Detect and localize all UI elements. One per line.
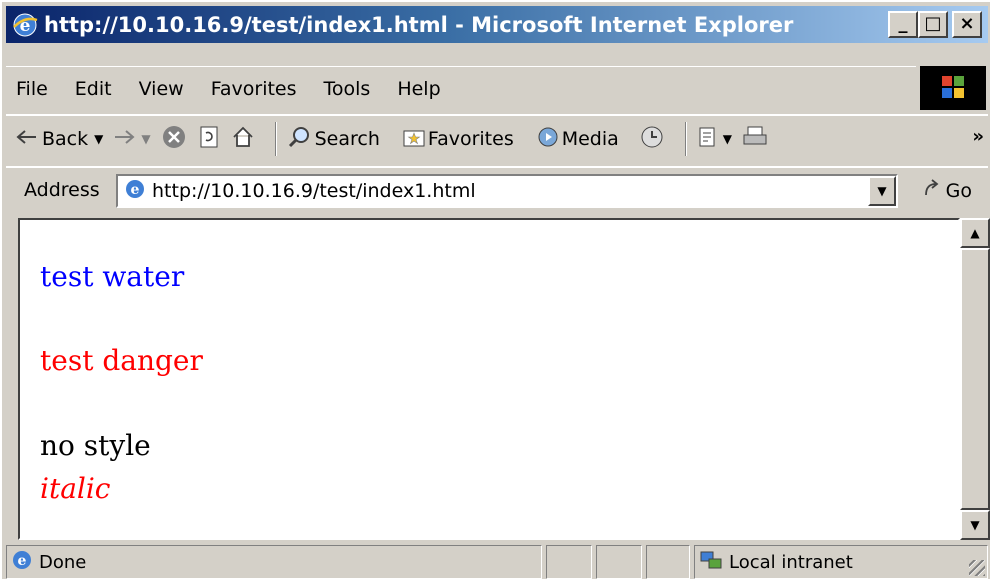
forward-dropdown-icon[interactable]: ▼ xyxy=(141,132,150,146)
status-page-icon: e xyxy=(11,549,33,576)
scroll-thumb[interactable] xyxy=(960,248,990,510)
search-button[interactable]: Search xyxy=(287,124,380,155)
refresh-icon xyxy=(197,125,221,154)
search-label: Search xyxy=(314,128,380,150)
text-test-danger: test danger xyxy=(40,344,203,377)
back-arrow-icon xyxy=(16,128,38,150)
menu-edit[interactable]: Edit xyxy=(75,78,112,100)
favorites-label: Favorites xyxy=(427,128,514,150)
history-button[interactable] xyxy=(639,124,665,155)
back-label: Back xyxy=(42,128,89,150)
forward-button[interactable]: ▼ xyxy=(113,128,151,150)
address-label: Address xyxy=(24,179,100,201)
search-icon xyxy=(287,124,313,155)
status-pane-offline xyxy=(646,545,690,579)
menu-file[interactable]: File xyxy=(16,78,48,100)
print-icon xyxy=(742,125,768,154)
menu-favorites[interactable]: Favorites xyxy=(211,78,297,100)
media-label: Media xyxy=(561,128,619,150)
close-button[interactable]: × xyxy=(952,11,982,38)
mail-button[interactable]: ▼ xyxy=(697,125,732,154)
text-italic: italic xyxy=(40,472,111,505)
print-button[interactable] xyxy=(742,125,768,154)
scroll-down-button[interactable]: ▼ xyxy=(960,510,990,540)
status-text: Done xyxy=(39,551,87,573)
go-label: Go xyxy=(945,179,972,202)
address-bar: Address e ▼ Go xyxy=(6,166,988,212)
menu-help[interactable]: Help xyxy=(397,78,440,100)
text-test-water: test water xyxy=(40,260,185,293)
stop-button[interactable] xyxy=(161,124,187,155)
status-pane-progress xyxy=(546,545,592,579)
back-button[interactable]: Back ▼ xyxy=(16,128,103,150)
status-main-pane: e Done xyxy=(6,545,542,579)
window-title: http://10.10.16.9/test/index1.html - Mic… xyxy=(44,12,794,37)
media-icon xyxy=(536,125,560,154)
address-input[interactable] xyxy=(152,180,852,202)
toolbar-separator xyxy=(684,122,687,156)
favorites-button[interactable]: Favorites xyxy=(402,126,514,153)
menu-tools[interactable]: Tools xyxy=(324,78,371,100)
resize-grip[interactable] xyxy=(969,560,985,576)
history-icon xyxy=(639,124,665,155)
status-zone-pane: Local intranet xyxy=(694,545,988,579)
status-pane-secure xyxy=(596,545,642,579)
ie-logo-icon: e xyxy=(12,12,38,38)
address-dropdown-button[interactable]: ▼ xyxy=(868,176,896,206)
toolbar-separator xyxy=(274,122,277,156)
local-intranet-icon xyxy=(699,549,723,576)
zone-text: Local intranet xyxy=(729,551,853,573)
status-bar: e Done Local intranet xyxy=(6,543,988,579)
maximize-button[interactable]: □ xyxy=(918,11,948,38)
menu-view[interactable]: View xyxy=(139,78,184,100)
refresh-button[interactable] xyxy=(197,125,221,154)
standard-toolbar: Back ▼ ▼ Search Favorites Media ▼ » xyxy=(6,114,988,162)
page-icon: e xyxy=(124,178,146,205)
home-icon xyxy=(231,125,255,154)
mail-icon xyxy=(697,125,721,154)
browser-window: e http://10.10.16.9/test/index1.html - M… xyxy=(0,0,990,579)
windows-throbber-icon xyxy=(920,66,986,110)
caption-buttons: _ □ × xyxy=(888,11,982,38)
svg-text:e: e xyxy=(131,182,140,198)
menu-bar: File Edit View Favorites Tools Help xyxy=(6,66,916,110)
forward-arrow-icon xyxy=(113,128,135,150)
text-no-style: no style xyxy=(40,429,151,462)
vertical-scrollbar[interactable]: ▲ ▼ xyxy=(960,218,990,540)
home-button[interactable] xyxy=(231,125,255,154)
favorites-star-icon xyxy=(402,126,426,153)
page-content: test water test danger no style italic xyxy=(18,218,960,540)
stop-icon xyxy=(161,124,187,155)
go-arrow-icon xyxy=(922,178,944,203)
scroll-up-button[interactable]: ▲ xyxy=(960,218,990,248)
go-button[interactable]: Go xyxy=(922,178,972,203)
minimize-button[interactable]: _ xyxy=(888,11,918,38)
svg-text:e: e xyxy=(18,553,27,569)
address-field[interactable]: e ▼ xyxy=(116,174,898,208)
media-button[interactable]: Media xyxy=(536,125,619,154)
back-dropdown-icon[interactable]: ▼ xyxy=(94,132,103,146)
mail-dropdown-icon[interactable]: ▼ xyxy=(723,132,732,146)
toolbar-more-chevron[interactable]: » xyxy=(972,126,984,147)
title-bar[interactable]: e http://10.10.16.9/test/index1.html - M… xyxy=(6,6,988,43)
